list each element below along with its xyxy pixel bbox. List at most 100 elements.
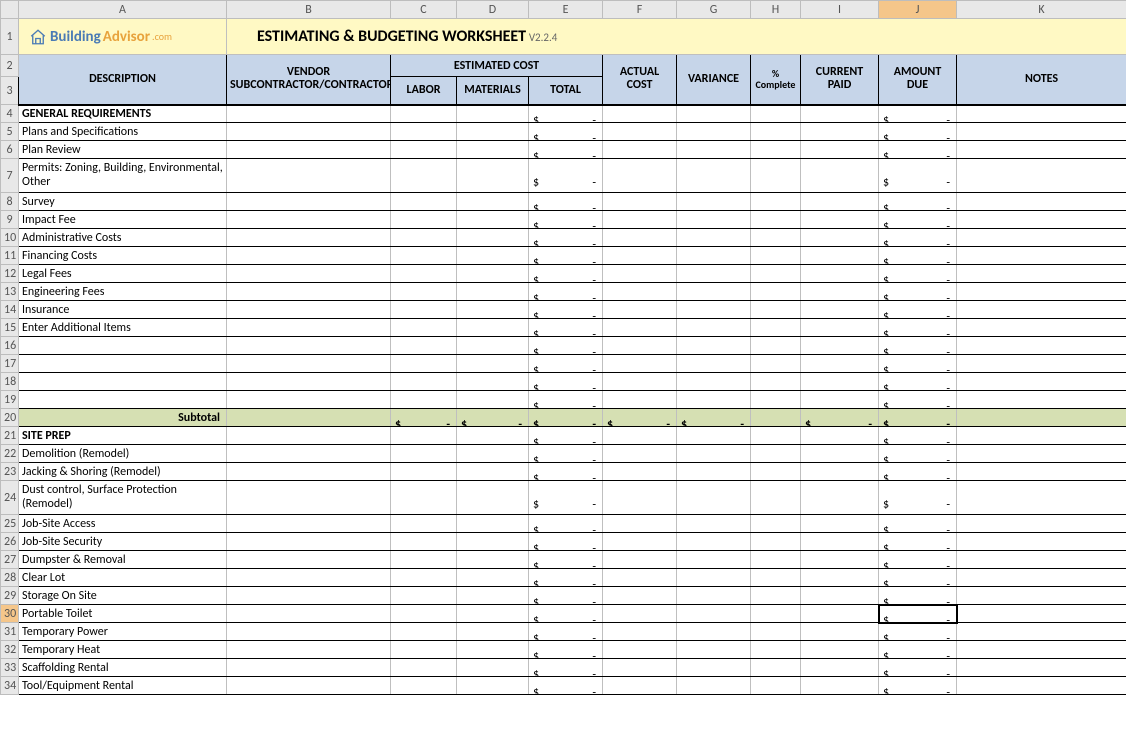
row-header-2[interactable]: 2 [1,55,19,77]
cell-materials-31[interactable] [457,623,529,641]
cell-notes-17[interactable] [957,355,1126,373]
cell-paid-13[interactable] [801,283,879,301]
cell-labor-18[interactable] [391,373,457,391]
cell-paid-22[interactable] [801,445,879,463]
cell-variance-17[interactable] [677,355,751,373]
cell-labor-23[interactable] [391,463,457,481]
cell-actual-32[interactable] [603,641,677,659]
row-header-27[interactable]: 27 [1,551,19,569]
cell-total-26[interactable]: $- [529,533,603,551]
cell-vendor-7[interactable] [227,159,391,193]
cell-labor-15[interactable] [391,319,457,337]
cell-pct-7[interactable] [751,159,801,193]
cell-actual-15[interactable] [603,319,677,337]
col-header-E[interactable]: E [529,1,603,19]
cell-desc-8[interactable]: Survey [19,193,227,211]
cell-actual-11[interactable] [603,247,677,265]
cell-notes-5[interactable] [957,123,1126,141]
cell-notes-12[interactable] [957,265,1126,283]
cell-pct-24[interactable] [751,481,801,515]
cell-due-11[interactable]: $- [879,247,957,265]
cell-variance-13[interactable] [677,283,751,301]
cell-notes-28[interactable] [957,569,1126,587]
cell-actual-4[interactable] [603,105,677,123]
cell-notes-20[interactable] [957,409,1126,427]
cell-vendor-25[interactable] [227,515,391,533]
cell-labor-10[interactable] [391,229,457,247]
cell-materials-18[interactable] [457,373,529,391]
cell-variance-28[interactable] [677,569,751,587]
cell-labor-21[interactable] [391,427,457,445]
cell-notes-13[interactable] [957,283,1126,301]
cell-pct-12[interactable] [751,265,801,283]
cell-desc-29[interactable]: Storage On Site [19,587,227,605]
cell-labor-6[interactable] [391,141,457,159]
cell-labor-28[interactable] [391,569,457,587]
col-header-K[interactable]: K [957,1,1126,19]
cell-paid-19[interactable] [801,391,879,409]
cell-notes-4[interactable] [957,105,1126,123]
cell-vendor-17[interactable] [227,355,391,373]
cell-due-27[interactable]: $- [879,551,957,569]
row-header-22[interactable]: 22 [1,445,19,463]
cell-materials-5[interactable] [457,123,529,141]
cell-due-34[interactable]: $- [879,677,957,695]
cell-materials-17[interactable] [457,355,529,373]
cell-actual-8[interactable] [603,193,677,211]
row-header-6[interactable]: 6 [1,141,19,159]
cell-variance-4[interactable] [677,105,751,123]
cell-actual-20[interactable]: $- [603,409,677,427]
cell-pct-25[interactable] [751,515,801,533]
cell-pct-11[interactable] [751,247,801,265]
cell-vendor-18[interactable] [227,373,391,391]
cell-b-20[interactable] [227,409,391,427]
cell-paid-15[interactable] [801,319,879,337]
cell-paid-27[interactable] [801,551,879,569]
cell-materials-22[interactable] [457,445,529,463]
cell-vendor-33[interactable] [227,659,391,677]
cell-variance-33[interactable] [677,659,751,677]
row-header-13[interactable]: 13 [1,283,19,301]
cell-notes-30[interactable] [957,605,1126,623]
cell-notes-33[interactable] [957,659,1126,677]
cell-actual-14[interactable] [603,301,677,319]
cell-labor-8[interactable] [391,193,457,211]
cell-labor-12[interactable] [391,265,457,283]
row-header-3[interactable]: 3 [1,77,19,105]
row-header-18[interactable]: 18 [1,373,19,391]
cell-notes-34[interactable] [957,677,1126,695]
cell-paid-9[interactable] [801,211,879,229]
cell-pct-18[interactable] [751,373,801,391]
cell-total-25[interactable]: $- [529,515,603,533]
col-header-B[interactable]: B [227,1,391,19]
row-header-28[interactable]: 28 [1,569,19,587]
cell-vendor-28[interactable] [227,569,391,587]
cell-notes-14[interactable] [957,301,1126,319]
row-header-14[interactable]: 14 [1,301,19,319]
cell-desc-18[interactable] [19,373,227,391]
cell-variance-14[interactable] [677,301,751,319]
row-header-4[interactable]: 4 [1,105,19,123]
cell-paid-7[interactable] [801,159,879,193]
cell-due-30[interactable]: $- [879,605,957,623]
cell-total-27[interactable]: $- [529,551,603,569]
row-header-25[interactable]: 25 [1,515,19,533]
cell-labor-11[interactable] [391,247,457,265]
col-header-J[interactable]: J [879,1,957,19]
cell-actual-5[interactable] [603,123,677,141]
cell-variance-34[interactable] [677,677,751,695]
col-header-C[interactable]: C [391,1,457,19]
cell-notes-27[interactable] [957,551,1126,569]
cell-materials-15[interactable] [457,319,529,337]
cell-paid-8[interactable] [801,193,879,211]
cell-total-11[interactable]: $- [529,247,603,265]
cell-variance-22[interactable] [677,445,751,463]
cell-desc-6[interactable]: Plan Review [19,141,227,159]
cell-paid-24[interactable] [801,481,879,515]
cell-actual-25[interactable] [603,515,677,533]
cell-total-8[interactable]: $- [529,193,603,211]
row-header-5[interactable]: 5 [1,123,19,141]
cell-actual-29[interactable] [603,587,677,605]
cell-notes-22[interactable] [957,445,1126,463]
cell-pct-15[interactable] [751,319,801,337]
